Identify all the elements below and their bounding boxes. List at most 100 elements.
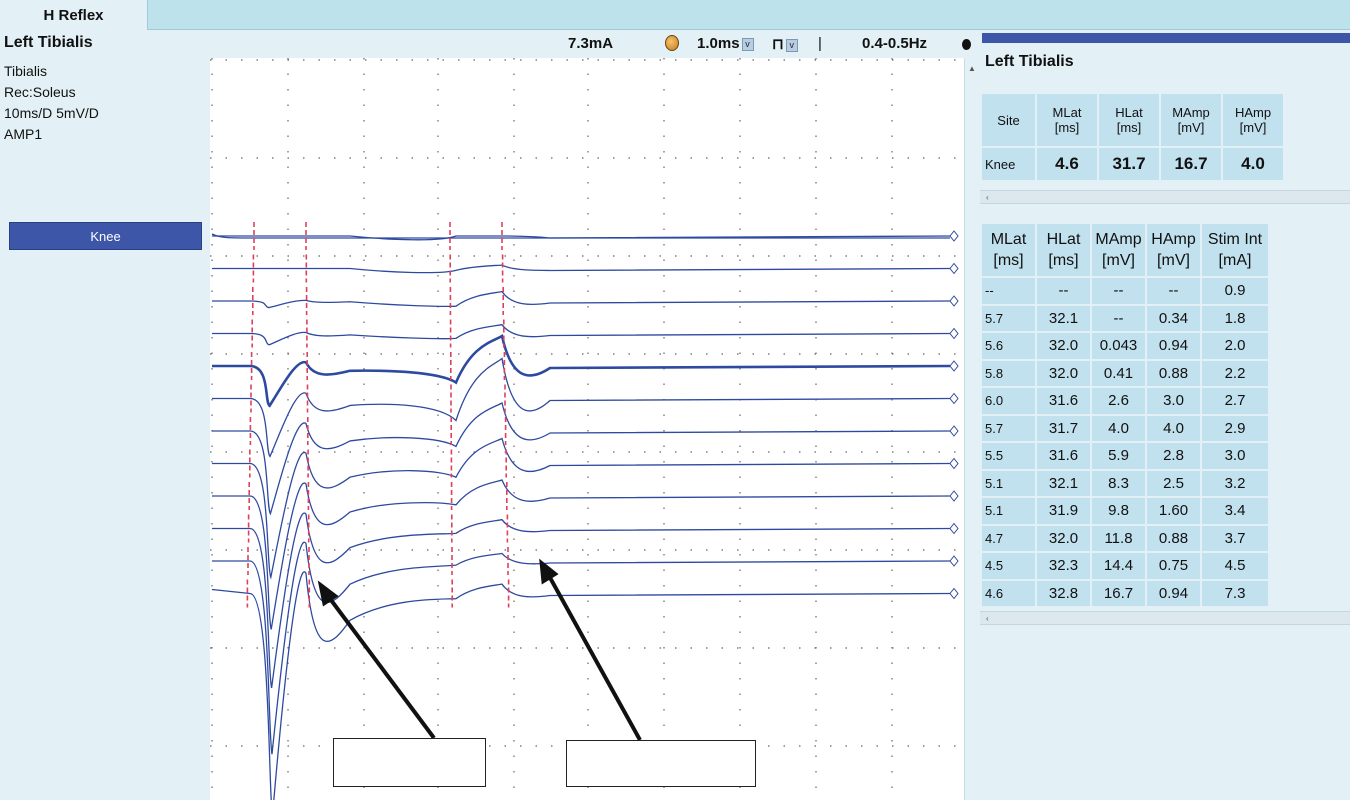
detail-table: MLat [ms] HLat [ms] MAmp [mV] HAmp [mV] Stim… xyxy=(980,222,1270,608)
tab-h-reflex[interactable]: H Reflex xyxy=(0,0,148,31)
detail-cell: 2.0 xyxy=(1202,333,1268,359)
detail-cell: 16.7 xyxy=(1092,580,1145,606)
detail-cell: 5.9 xyxy=(1092,443,1145,469)
detail-cell: 2.6 xyxy=(1092,388,1145,414)
waveform-svg xyxy=(210,58,964,800)
detail-cell: 4.5 xyxy=(1202,553,1268,579)
pulse-wave-icon: ⊓ xyxy=(772,36,784,53)
detail-cell: 11.8 xyxy=(1092,525,1145,551)
info-line: Tibialis xyxy=(4,63,48,79)
scroll-up-icon[interactable]: ▲ xyxy=(968,64,976,73)
detail-cell: 31.7 xyxy=(1037,415,1090,441)
trace-end-marker xyxy=(949,295,959,307)
summary-site: Knee xyxy=(982,148,1035,180)
table-row[interactable]: 5.1 31.9 9.8 1.60 3.4 xyxy=(982,498,1268,524)
duration-dropdown-icon[interactable]: v xyxy=(741,37,754,51)
trace-end-marker xyxy=(949,262,959,275)
table-row[interactable]: 4.5 32.3 14.4 0.75 4.5 xyxy=(982,553,1268,579)
summary-header: MAmp [mV] xyxy=(1161,94,1221,146)
pulse-duration-value: 1.0ms xyxy=(697,35,740,52)
pulse-duration: 1.0ms v xyxy=(697,35,754,52)
detail-cell: 4.6 xyxy=(982,580,1035,606)
left-panel: Left Tibialis Tibialis Rec:Soleus 10ms/D… xyxy=(0,30,210,800)
stim-frequency: 0.4-0.5Hz xyxy=(862,35,928,52)
table-row[interactable]: 5.6 32.0 0.043 0.94 2.0 xyxy=(982,333,1268,359)
detail-cell: 8.3 xyxy=(1092,470,1145,496)
table-row[interactable]: 5.1 32.1 8.3 2.5 3.2 xyxy=(982,470,1268,496)
detail-cell: 2.7 xyxy=(1202,388,1268,414)
detail-cell: 2.8 xyxy=(1147,443,1200,469)
arrow-m-wave xyxy=(326,594,436,740)
detail-cell: 0.75 xyxy=(1147,553,1200,579)
results-header-bar xyxy=(982,33,1350,43)
detail-cell: -- xyxy=(1147,278,1200,304)
detail-cell: 6.0 xyxy=(982,388,1035,414)
waveform-trace xyxy=(212,323,951,346)
detail-cell: 3.0 xyxy=(1202,443,1268,469)
trace-end-marker xyxy=(949,327,959,340)
scroll-left-icon[interactable]: ‹ xyxy=(986,614,989,623)
detail-cell: 31.6 xyxy=(1037,443,1090,469)
site-button-knee[interactable]: Knee xyxy=(9,222,202,250)
detail-cell: 3.7 xyxy=(1202,525,1268,551)
callout-box-h-wave xyxy=(566,740,756,787)
detail-cell: 0.88 xyxy=(1147,360,1200,386)
table-row[interactable]: 5.7 32.1 -- 0.34 1.8 xyxy=(982,305,1268,331)
detail-cell: 1.8 xyxy=(1202,305,1268,331)
detail-cell: 32.8 xyxy=(1037,580,1090,606)
detail-cell: 4.7 xyxy=(982,525,1035,551)
detail-cell: 3.0 xyxy=(1147,388,1200,414)
detail-cell: 0.9 xyxy=(1202,278,1268,304)
info-line: Rec:Soleus xyxy=(4,84,76,100)
summary-header: Site xyxy=(982,94,1035,146)
detail-header: HAmp [mV] xyxy=(1147,224,1200,276)
detail-cell: 5.6 xyxy=(982,333,1035,359)
detail-header: MAmp [mV] xyxy=(1092,224,1145,276)
arrow-h-wave xyxy=(546,573,642,741)
table-row[interactable]: 5.7 31.7 4.0 4.0 2.9 xyxy=(982,415,1268,441)
detail-cell: 3.4 xyxy=(1202,498,1268,524)
table-row[interactable]: 5.8 32.0 0.41 0.88 2.2 xyxy=(982,360,1268,386)
detail-cell: 31.6 xyxy=(1037,388,1090,414)
summary-value: 4.0 xyxy=(1223,148,1283,180)
summary-value: 31.7 xyxy=(1099,148,1159,180)
table-row[interactable]: -- -- -- -- 0.9 xyxy=(982,278,1268,304)
waveform-trace xyxy=(212,479,951,630)
summary-header: HAmp [mV] xyxy=(1223,94,1283,146)
detail-cell: 32.0 xyxy=(1037,360,1090,386)
detail-scrollbar[interactable]: ‹ xyxy=(980,611,1350,625)
summary-header: HLat [ms] xyxy=(1099,94,1159,146)
detail-cell: 5.7 xyxy=(982,305,1035,331)
detail-cell: 0.88 xyxy=(1147,525,1200,551)
stimulator-icon[interactable] xyxy=(665,35,679,51)
table-row[interactable]: 5.5 31.6 5.9 2.8 3.0 xyxy=(982,443,1268,469)
record-dot-icon[interactable] xyxy=(962,39,971,50)
table-row[interactable]: 4.6 32.8 16.7 0.94 7.3 xyxy=(982,580,1268,606)
detail-cell: 0.34 xyxy=(1147,305,1200,331)
pulse-dropdown-icon[interactable]: v xyxy=(785,38,798,52)
waveform-plot[interactable] xyxy=(210,58,964,800)
results-panel: Left Tibialis Site MLat [ms] HLat [ms] M… xyxy=(980,30,1350,800)
summary-scrollbar[interactable]: ‹ xyxy=(980,190,1350,204)
detail-cell: 32.0 xyxy=(1037,525,1090,551)
detail-cell: 4.5 xyxy=(982,553,1035,579)
detail-cell: 2.5 xyxy=(1147,470,1200,496)
detail-cell: 32.1 xyxy=(1037,305,1090,331)
detail-cell: -- xyxy=(1037,278,1090,304)
detail-cell: 5.1 xyxy=(982,470,1035,496)
plot-scrollbar[interactable]: ▲ xyxy=(964,58,980,800)
detail-cell: 5.8 xyxy=(982,360,1035,386)
table-row[interactable]: 6.0 31.6 2.6 3.0 2.7 xyxy=(982,388,1268,414)
results-title: Left Tibialis xyxy=(985,53,1074,70)
scroll-left-icon[interactable]: ‹ xyxy=(986,193,989,202)
detail-cell: 5.7 xyxy=(982,415,1035,441)
trace-end-marker xyxy=(949,425,959,437)
tab-bar: H Reflex xyxy=(0,0,1350,31)
summary-value: 16.7 xyxy=(1161,148,1221,180)
pulse-shape: ⊓ v xyxy=(772,35,798,53)
trace-end-marker xyxy=(949,490,959,502)
table-row[interactable]: 4.7 32.0 11.8 0.88 3.7 xyxy=(982,525,1268,551)
detail-cell: 3.2 xyxy=(1202,470,1268,496)
info-line: 10ms/D 5mV/D xyxy=(4,105,99,121)
detail-cell: 0.41 xyxy=(1092,360,1145,386)
